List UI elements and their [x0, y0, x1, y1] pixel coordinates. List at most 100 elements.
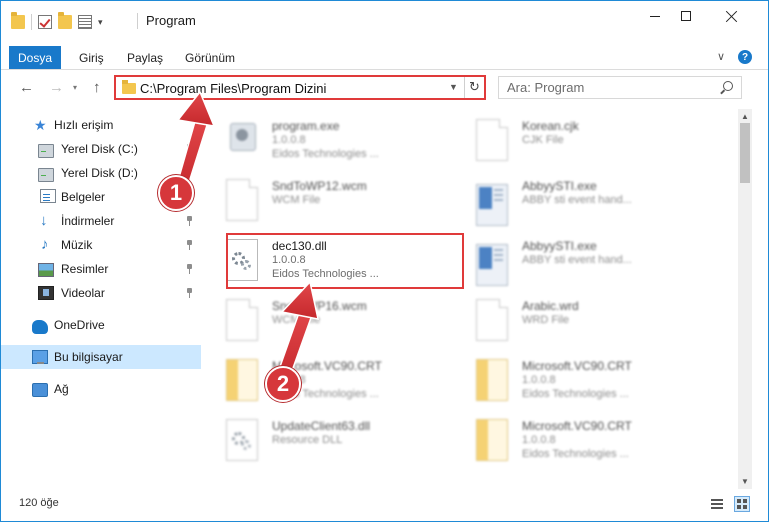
sidebar-item-onedrive[interactable]: OneDrive — [1, 313, 201, 337]
minimize-icon — [650, 15, 660, 17]
quick-access-toolbar: ▾ — [11, 12, 103, 30]
tab-share[interactable]: Paylaş — [127, 51, 163, 65]
sidebar-item-downloads[interactable]: ↓ İndirmeler — [1, 209, 201, 233]
disk-icon — [38, 168, 54, 182]
folder-icon — [122, 80, 136, 94]
sidebar-item-this-pc[interactable]: Bu bilgisayar — [1, 345, 201, 369]
file-list: program.exe 1.0.0.8 Eidos Technologies .… — [204, 109, 737, 489]
file-item[interactable]: Microsoft.VC90.CRT 1.0.0.8 Eidos Technol… — [204, 353, 449, 409]
address-path[interactable]: C:\Program Files\Program Dizini — [140, 81, 326, 96]
pin-icon[interactable] — [185, 144, 193, 154]
forward-arrow-icon[interactable]: → — [49, 79, 64, 96]
item-count: 120 öğe — [19, 497, 59, 509]
file-name: AbbyySTI.exe — [522, 239, 597, 253]
file-name: Microsoft.VC90.CRT — [522, 419, 632, 433]
sidebar-item-music[interactable]: ♪ Müzik — [1, 233, 201, 257]
navigation-pane: ★ Hızlı erişim Yerel Disk (C:) Yerel Dis… — [1, 109, 201, 489]
sidebar-item-label: Müzik — [61, 238, 93, 252]
file-item[interactable]: AbbyySTI.exe ABBY sti event hand... — [454, 233, 699, 289]
file-name: Arabic.wrd — [522, 299, 579, 313]
sidebar-item-quick-access[interactable]: ★ Hızlı erişim — [1, 113, 201, 137]
file-company: Eidos Technologies ... — [272, 148, 379, 160]
file-name: Korean.cjk — [522, 119, 579, 133]
scroll-up-arrow-icon[interactable]: ▲ — [741, 112, 749, 121]
title-divider — [137, 13, 138, 29]
properties-icon[interactable] — [78, 15, 92, 29]
pin-icon[interactable] — [185, 168, 193, 178]
toolbar-divider — [31, 14, 32, 30]
explorer-window: ▾ Program Dosya Giriş Paylaş Görünüm ∨ ?… — [0, 0, 769, 522]
document-icon — [476, 119, 508, 161]
file-type: WRD File — [522, 314, 570, 326]
video-icon — [38, 286, 54, 300]
address-bar[interactable]: C:\Program Files\Program Dizini ▼ ↻ — [114, 75, 486, 100]
tab-home[interactable]: Giriş — [79, 51, 104, 65]
document-icon — [226, 179, 258, 221]
step-badge-1: 1 — [158, 175, 194, 211]
pin-icon[interactable] — [185, 288, 193, 298]
refresh-icon[interactable]: ↻ — [469, 79, 480, 95]
help-icon[interactable]: ? — [738, 50, 752, 64]
sidebar-item-pictures[interactable]: Resimler — [1, 257, 201, 281]
back-arrow-icon[interactable]: ← — [19, 79, 34, 96]
file-item[interactable]: Korean.cjk CJK File — [454, 113, 699, 169]
dll-gear-icon — [226, 419, 258, 461]
music-icon: ♪ — [41, 236, 49, 253]
file-item[interactable]: SndToWP12.wcm WCM File — [204, 173, 449, 229]
network-icon — [32, 383, 48, 397]
maximize-icon — [681, 11, 691, 21]
sidebar-item-label: Yerel Disk (C:) — [61, 142, 138, 156]
address-dropdown-chevron-icon[interactable]: ▼ — [449, 82, 458, 92]
document-icon — [226, 299, 258, 341]
file-item[interactable]: SndToWP16.wcm WCM File — [204, 293, 449, 349]
pin-icon[interactable] — [185, 216, 193, 226]
file-version: 1.0.0.8 — [522, 434, 556, 446]
file-name: program.exe — [272, 119, 340, 133]
file-item[interactable]: UpdateClient63.dll Resource DLL — [204, 413, 449, 469]
vertical-scrollbar[interactable]: ▲ ▼ — [738, 109, 752, 489]
search-icon[interactable] — [723, 81, 733, 91]
sidebar-item-label: Resimler — [61, 262, 109, 276]
large-icons-view-icon[interactable] — [734, 496, 750, 512]
maximize-button[interactable] — [663, 1, 709, 31]
search-input[interactable] — [507, 80, 707, 95]
scrollbar-thumb[interactable] — [740, 123, 750, 183]
title-bar: ▾ Program — [1, 1, 768, 41]
customize-toolbar-arrow-icon[interactable]: ▾ — [98, 17, 103, 28]
file-item[interactable]: Microsoft.VC90.CRT 1.0.0.8 Eidos Technol… — [454, 353, 699, 409]
details-view-icon[interactable] — [710, 498, 724, 510]
tab-file[interactable]: Dosya — [9, 46, 61, 69]
file-name: Microsoft.VC90.CRT — [522, 359, 632, 373]
pin-icon[interactable] — [185, 264, 193, 274]
recent-locations-chevron-icon[interactable]: ▾ — [73, 83, 77, 92]
file-item[interactable]: Microsoft.VC90.CRT 1.0.0.8 Eidos Technol… — [454, 413, 699, 469]
sidebar-item-network[interactable]: Ağ — [1, 377, 201, 401]
properties-check-icon[interactable] — [38, 15, 52, 29]
computer-icon — [32, 350, 48, 364]
expand-ribbon-chevron-icon[interactable]: ∨ — [717, 50, 725, 63]
folder-doc-icon — [476, 359, 508, 401]
folder-doc-icon — [226, 359, 258, 401]
up-arrow-icon[interactable]: ↑ — [93, 79, 101, 96]
file-type: Resource DLL — [272, 434, 343, 446]
sidebar-item-videos[interactable]: Videolar — [1, 281, 201, 305]
close-button[interactable] — [709, 1, 755, 31]
sidebar-item-label: Ağ — [54, 382, 69, 396]
file-item[interactable]: Arabic.wrd WRD File — [454, 293, 699, 349]
sidebar-item-label: Videolar — [61, 286, 105, 300]
folder-doc-icon — [476, 419, 508, 461]
tab-view[interactable]: Görünüm — [185, 51, 235, 65]
scroll-down-arrow-icon[interactable]: ▼ — [741, 477, 749, 486]
file-item[interactable]: AbbyySTI.exe ABBY sti event hand... — [454, 173, 699, 229]
navigation-bar: ← → ▾ ↑ C:\Program Files\Program Dizini … — [1, 71, 768, 105]
folder-icon[interactable] — [11, 12, 25, 29]
pin-icon[interactable] — [185, 240, 193, 250]
sidebar-item-local-disk-c[interactable]: Yerel Disk (C:) — [1, 137, 201, 161]
file-company: Eidos Technologies ... — [522, 448, 629, 460]
step-badge-2: 2 — [265, 366, 301, 402]
dec130-highlight-box — [226, 233, 464, 289]
sidebar-item-label: Belgeler — [61, 190, 106, 204]
new-folder-icon[interactable] — [58, 12, 72, 29]
search-box[interactable] — [498, 76, 742, 99]
file-item[interactable]: program.exe 1.0.0.8 Eidos Technologies .… — [204, 113, 449, 169]
